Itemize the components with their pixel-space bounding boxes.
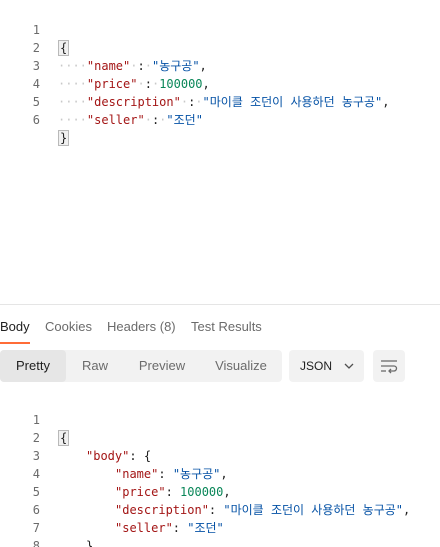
editor-line: 1 { (0, 3, 440, 56)
response-toolbar: Pretty Raw Preview Visualize JSON (0, 350, 440, 382)
chevron-down-icon (344, 363, 354, 369)
json-key: "seller" (86, 113, 145, 127)
response-line: 1 { (0, 393, 440, 446)
line-number: 8 (32, 539, 40, 547)
tab-headers[interactable]: Headers (8) (107, 320, 176, 344)
raw-button[interactable]: Raw (66, 350, 124, 382)
editor-line: 4 ····"description"·:·"마이클 조던이 사용하던 농구공"… (0, 57, 440, 109)
response-line: 6 "seller": "조던" (0, 483, 440, 535)
response-line: 8 } (0, 519, 440, 547)
response-body-viewer[interactable]: 1 { 2 "body": { 3 "name": "농구공", 4 "pric… (0, 392, 440, 547)
response-tabs: Body Cookies Headers (8) Test Results (0, 312, 440, 344)
format-select-value: JSON (300, 359, 333, 373)
editor-line: 2 ····"name"·:·"농구공", (0, 21, 440, 73)
response-line: 4 "price": 100000, (0, 447, 440, 499)
tab-body[interactable]: Body (0, 320, 30, 344)
view-mode-segmented-control: Pretty Raw Preview Visualize (0, 350, 282, 382)
tab-cookies[interactable]: Cookies (45, 320, 92, 344)
editor-line: 3 ····"price"·:·100000, (0, 39, 440, 91)
format-select[interactable]: JSON (289, 350, 364, 382)
visualize-button[interactable]: Visualize (200, 350, 282, 382)
tab-test-results[interactable]: Test Results (191, 320, 262, 344)
inner-close-brace: } (86, 539, 94, 547)
editor-line: 5 ····"seller"·:·"조던" (0, 75, 440, 127)
wrap-lines-button[interactable] (373, 350, 405, 382)
wrap-lines-icon (381, 360, 398, 374)
pretty-button[interactable]: Pretty (0, 350, 66, 382)
preview-button[interactable]: Preview (124, 350, 200, 382)
line-number: 6 (32, 113, 40, 127)
close-brace: } (58, 130, 70, 146)
request-body-editor[interactable]: 1 { 2 ····"name"·:·"농구공", 3 ····"price"·… (0, 0, 440, 305)
editor-line: 6 } (0, 93, 440, 146)
response-line: 5 "description": "마이클 조던이 사용하던 농구공", (0, 465, 440, 517)
response-line: 7 } (0, 501, 440, 547)
json-value: "조던" (166, 113, 203, 127)
response-line: 2 "body": { (0, 411, 440, 463)
response-line: 3 "name": "농구공", (0, 429, 440, 481)
